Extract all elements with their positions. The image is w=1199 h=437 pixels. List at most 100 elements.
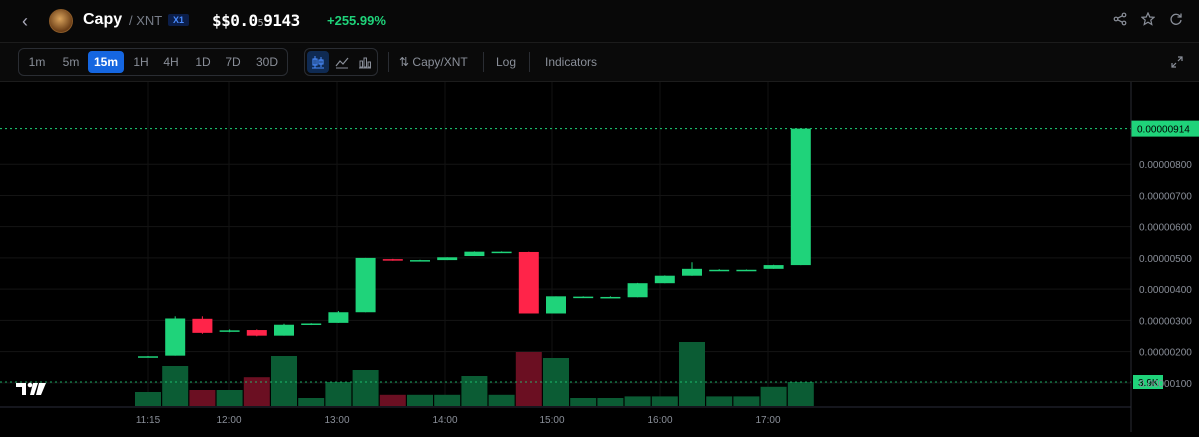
timeframe-5m[interactable]: 5m bbox=[57, 51, 85, 73]
tradingview-logo bbox=[15, 380, 47, 398]
y-tick-label: 0.00000100 bbox=[1139, 379, 1192, 390]
toolbar-divider bbox=[483, 52, 484, 72]
volume-bar bbox=[162, 366, 189, 406]
timeframe-1h[interactable]: 1H bbox=[130, 51, 152, 73]
candle-body bbox=[546, 296, 566, 314]
candle-body bbox=[518, 251, 539, 314]
candle-body bbox=[763, 265, 784, 269]
candlestick-chart-icon[interactable] bbox=[307, 51, 329, 73]
volume-bar bbox=[651, 396, 678, 406]
volume-bar bbox=[733, 396, 760, 406]
y-tick-label: 0.00000300 bbox=[1139, 316, 1192, 327]
bar-chart-icon[interactable] bbox=[354, 51, 376, 73]
candle-body bbox=[573, 296, 594, 299]
candle-body bbox=[464, 251, 485, 257]
timeframe-4h[interactable]: 4H bbox=[159, 51, 183, 73]
candle-body bbox=[709, 269, 730, 272]
timeframe-1d[interactable]: 1D bbox=[191, 51, 215, 73]
y-tick-label: 0.00000600 bbox=[1139, 223, 1192, 234]
volume-bar bbox=[515, 352, 542, 406]
volume-bar bbox=[298, 398, 325, 406]
volume-bar bbox=[189, 390, 216, 406]
candle-body bbox=[627, 283, 648, 298]
volume-bar bbox=[352, 370, 379, 406]
log-scale-button[interactable]: Log bbox=[496, 55, 516, 69]
y-tick-label: 0.00000500 bbox=[1139, 254, 1192, 265]
toolbar-divider bbox=[388, 52, 389, 72]
token-symbol: Capy bbox=[83, 11, 123, 28]
candle-body bbox=[219, 330, 240, 332]
candle-body bbox=[328, 312, 349, 323]
y-tick-label: 0.00000200 bbox=[1139, 348, 1192, 359]
token-avatar bbox=[49, 9, 73, 33]
price-digits: 9143 bbox=[263, 11, 300, 30]
x-tick-label: 12:00 bbox=[216, 415, 241, 426]
price-chart[interactable]: 0.00000914 3.9K 0.00000800 0.00000700 0.000… bbox=[0, 82, 1199, 432]
top-bar: ‹ Capy / XNT X1 $$0.059143 +255.99% bbox=[0, 0, 1199, 43]
candle-body bbox=[382, 259, 403, 261]
pair-separator: / bbox=[129, 13, 133, 28]
pair-toggle-label: Capy/XNT bbox=[412, 55, 468, 69]
candle-body bbox=[736, 269, 757, 272]
chain-badge: X1 bbox=[168, 14, 190, 26]
candle-body bbox=[682, 268, 702, 276]
volume-bar bbox=[706, 396, 733, 406]
refresh-icon[interactable] bbox=[1167, 12, 1185, 30]
x-tick-label: 15:00 bbox=[539, 415, 564, 426]
x-tick-label: 13:00 bbox=[324, 415, 349, 426]
x-tick-label: 17:00 bbox=[755, 415, 780, 426]
token-price: $$0.059143 bbox=[212, 11, 300, 30]
chart-type-group bbox=[304, 48, 378, 76]
x-tick-label: 16:00 bbox=[647, 415, 672, 426]
timeframe-30d[interactable]: 30D bbox=[252, 51, 282, 73]
indicators-button[interactable]: Indicators bbox=[545, 55, 597, 69]
x-tick-label: 11:15 bbox=[136, 415, 161, 426]
timeframe-1m[interactable]: 1m bbox=[24, 51, 50, 73]
last-price-label: 0.00000914 bbox=[1137, 125, 1190, 136]
candle-body bbox=[246, 330, 267, 336]
volume-bar bbox=[488, 394, 515, 406]
price-change: +255.99% bbox=[327, 13, 386, 28]
swap-icon: ⇅ bbox=[399, 55, 410, 69]
candle-body bbox=[600, 296, 621, 299]
volume-bar bbox=[624, 396, 651, 406]
candle-body bbox=[274, 324, 294, 336]
price-prefix: $$0.0 bbox=[212, 11, 258, 30]
volume-bar bbox=[679, 342, 705, 406]
line-chart-icon[interactable] bbox=[331, 51, 353, 73]
candle-body bbox=[355, 257, 376, 313]
volume-bar bbox=[135, 392, 161, 406]
fullscreen-expand-icon[interactable] bbox=[1170, 55, 1184, 69]
volume-bar bbox=[760, 386, 787, 406]
volume-bar bbox=[461, 376, 488, 406]
volume-bar bbox=[407, 394, 433, 406]
pair-toggle-button[interactable]: ⇅ Capy/XNT bbox=[399, 55, 468, 69]
share-icon[interactable] bbox=[1111, 12, 1129, 30]
pair-quote: / XNT bbox=[129, 13, 162, 28]
candle-body bbox=[410, 260, 430, 262]
volume-bar bbox=[570, 398, 597, 406]
y-tick-label: 0.00000700 bbox=[1139, 191, 1192, 202]
candle-body bbox=[165, 318, 186, 356]
candle-body bbox=[138, 356, 158, 358]
y-tick-label: 0.00000400 bbox=[1139, 285, 1192, 296]
volume-bar bbox=[379, 394, 406, 406]
back-chevron-icon[interactable]: ‹ bbox=[22, 12, 40, 30]
x-tick-label: 14:00 bbox=[432, 415, 457, 426]
volume-bar bbox=[434, 394, 461, 406]
volume-bar bbox=[216, 390, 243, 406]
candle-body bbox=[790, 128, 811, 266]
quote-symbol: XNT bbox=[136, 13, 163, 28]
candle-body bbox=[654, 275, 675, 284]
star-icon[interactable] bbox=[1139, 11, 1157, 30]
timeframe-15m[interactable]: 15m bbox=[88, 51, 124, 73]
volume-bar bbox=[325, 382, 352, 406]
y-tick-label: 0.00000800 bbox=[1139, 160, 1192, 171]
timeframe-7d[interactable]: 7D bbox=[221, 51, 245, 73]
candlestick-chart-svg[interactable]: 0.000009143.9K 0.000008000.000007000.000… bbox=[0, 82, 1199, 432]
volume-bar bbox=[787, 382, 814, 406]
candle-body bbox=[301, 323, 322, 325]
timeframe-group: 1m 5m 15m 1H 4H 1D 7D 30D bbox=[18, 48, 288, 76]
candle-body bbox=[491, 251, 512, 254]
candle-body bbox=[192, 318, 213, 333]
